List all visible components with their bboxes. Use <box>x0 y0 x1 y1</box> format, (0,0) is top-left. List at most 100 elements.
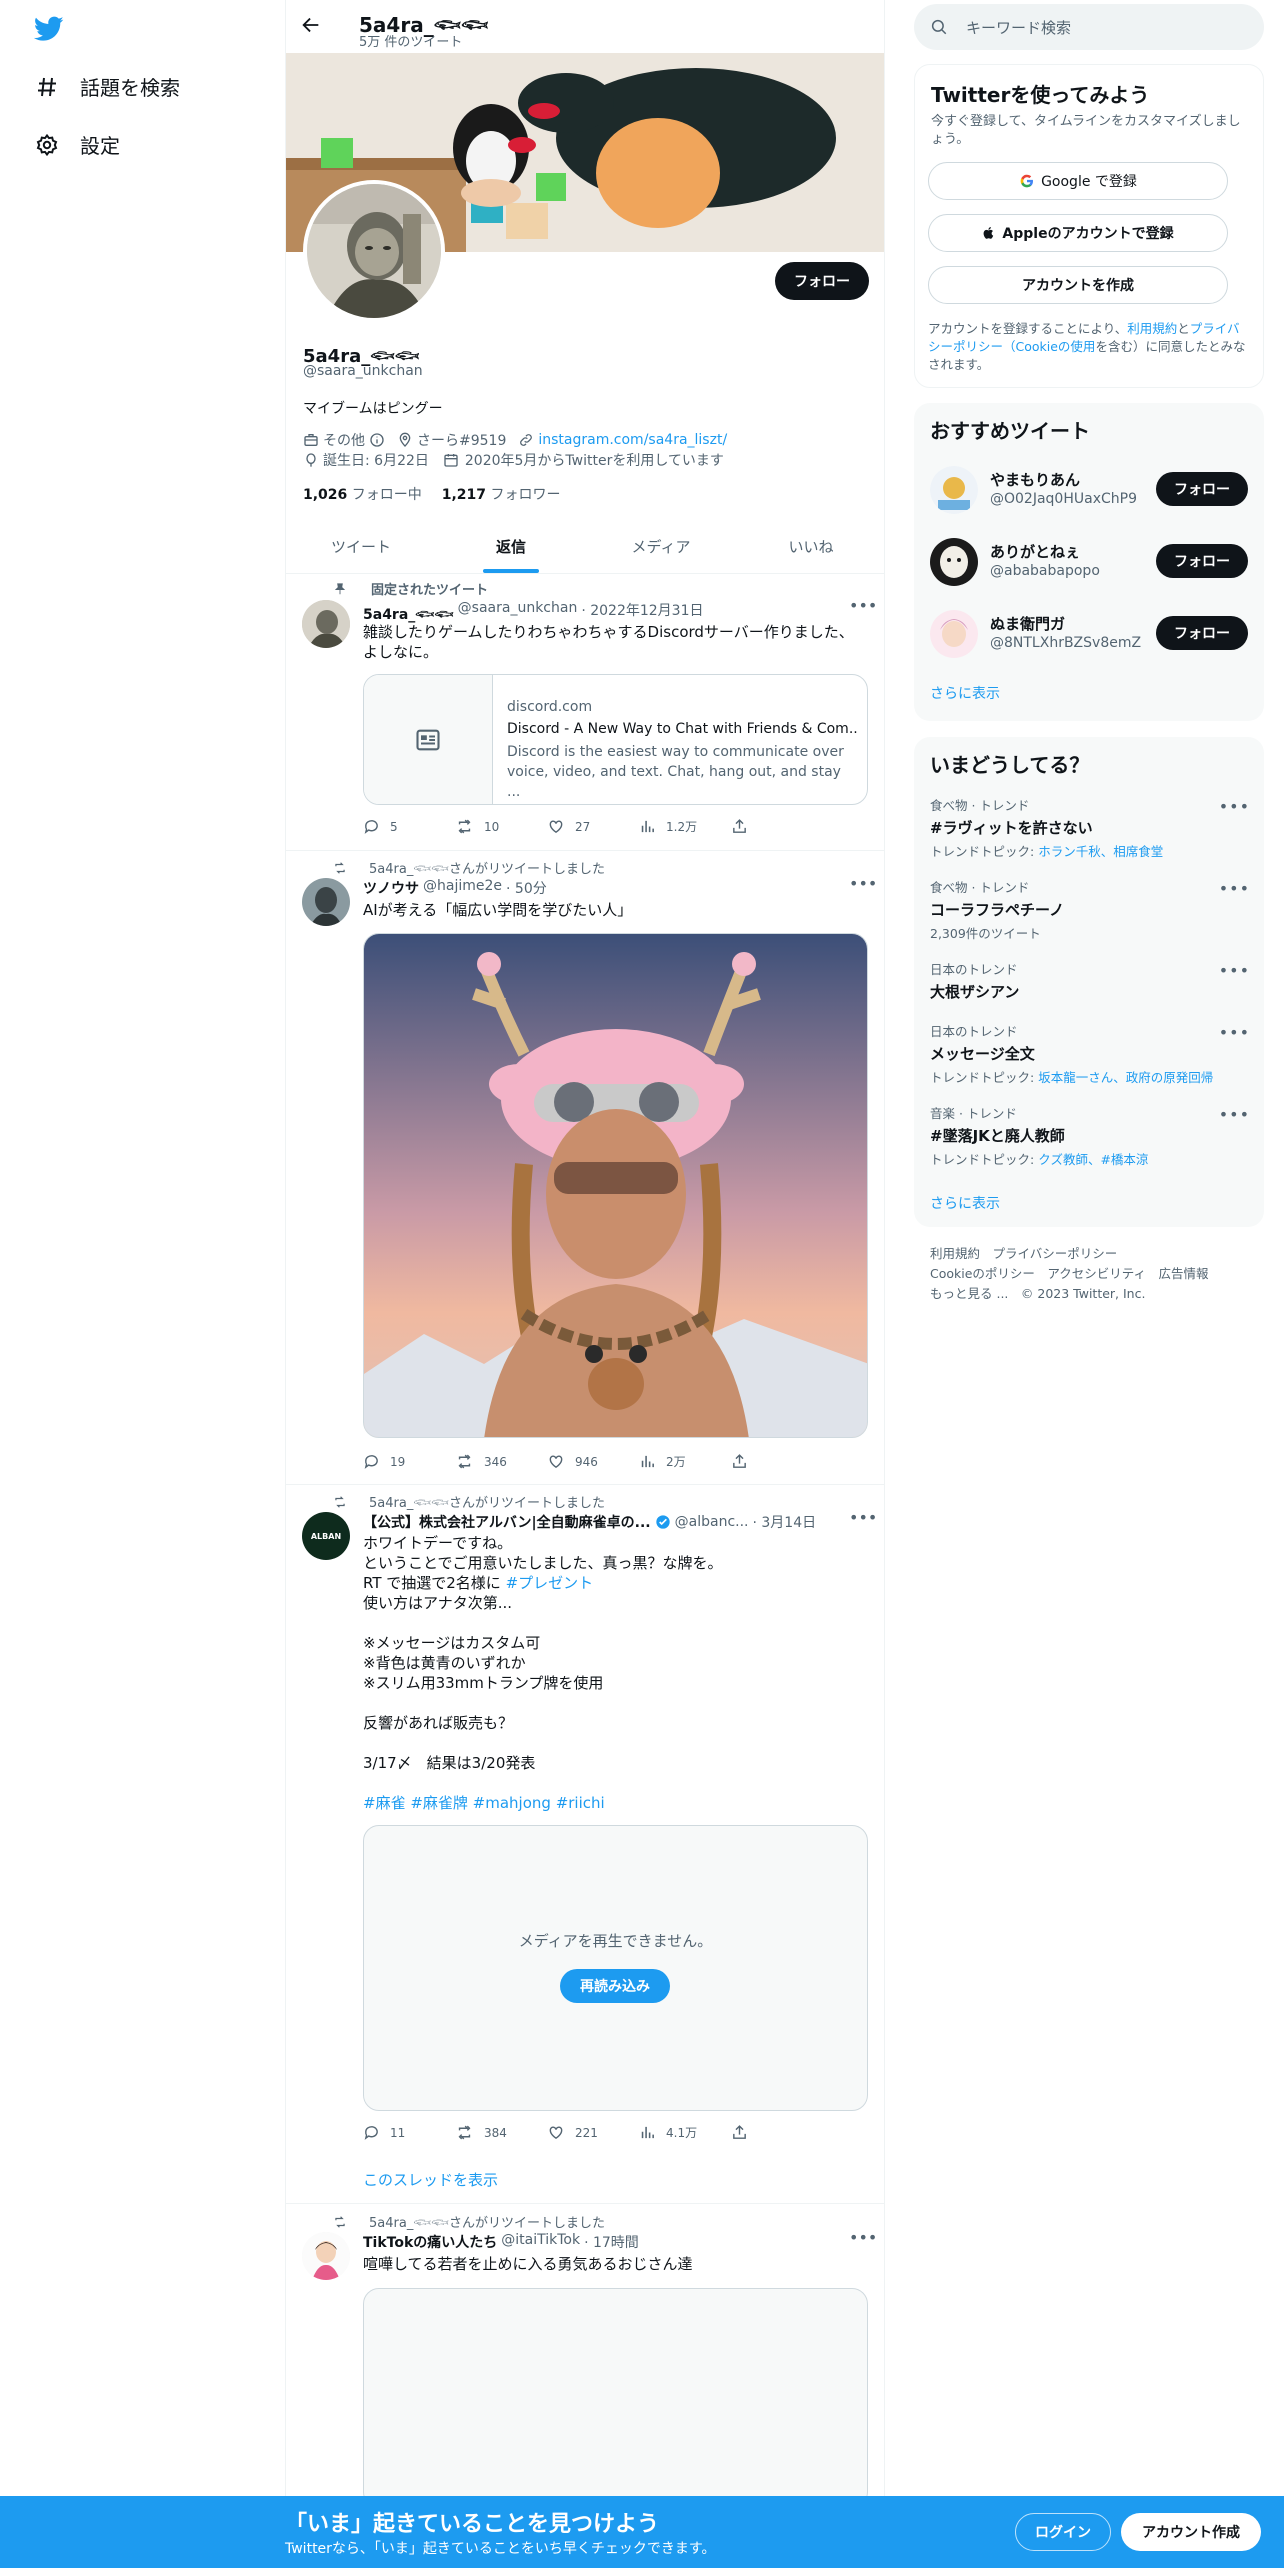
trend-name: 大根ザシアン <box>930 983 1020 1001</box>
trend-topic-links[interactable]: ホラン千秋、相席食堂 <box>1038 844 1163 859</box>
search-input[interactable]: キーワード検索 <box>914 4 1264 50</box>
trend-item[interactable]: 日本のトレンド メッセージ全文 トレンドトピック: 坂本龍一さん、政府の原発回帰 <box>930 1021 1250 1086</box>
tab-replies-label: 返信 <box>495 538 526 556</box>
follow-button[interactable]: フォロー <box>1156 544 1248 578</box>
tweet-author[interactable]: ツノウサ <box>363 878 419 898</box>
tab-tweets[interactable]: ツイート <box>286 520 436 573</box>
tweet-avatar[interactable]: ALBAN <box>302 1512 350 1560</box>
retweet-count: 10 <box>484 819 500 834</box>
follow-button[interactable]: フォロー <box>775 262 869 300</box>
tweet-avatar[interactable] <box>302 600 350 648</box>
recommend-user[interactable]: ありがとねぇ @abababapopo フォロー <box>930 535 1250 591</box>
followers-link[interactable]: 1,217 フォロワー <box>442 484 561 504</box>
tweet-handle[interactable]: @itaiTikTok <box>501 2232 580 2252</box>
footer-links-3[interactable]: もっと見る ... © 2023 Twitter, Inc. <box>930 1284 1209 1304</box>
more-icon[interactable]: ••• <box>1219 1023 1250 1042</box>
views-button[interactable]: 4.1万 <box>639 2124 731 2141</box>
tweet-time[interactable]: · 50分 <box>506 878 547 898</box>
follow-button[interactable]: フォロー <box>1156 616 1248 650</box>
google-signup-button[interactable]: Google で登録 <box>928 162 1228 200</box>
article-icon <box>364 675 493 804</box>
tweet-time[interactable]: · 3月14日 <box>753 1512 817 1532</box>
link-card[interactable]: discord.com Discord - A New Way to Chat … <box>363 674 868 805</box>
tweet-handle[interactable]: @saara_unkchan <box>458 600 578 624</box>
tweet-author[interactable]: TikTokの痛い人たち <box>363 2232 497 2252</box>
search-placeholder: キーワード検索 <box>966 18 1072 37</box>
trend-item[interactable]: 音楽 · トレンド #墜落JKと廃人教師 トレンドトピック: クズ教師、#橋本涼 <box>930 1103 1250 1168</box>
retweet-button[interactable]: 384 <box>455 2124 547 2141</box>
more-icon[interactable]: ••• <box>1219 961 1250 980</box>
reply-button[interactable]: 19 <box>363 1453 455 1470</box>
profile-avatar[interactable] <box>303 180 445 322</box>
more-icon[interactable]: ••• <box>849 596 877 615</box>
more-icon[interactable]: ••• <box>1219 879 1250 898</box>
reload-button[interactable]: 再読み込み <box>560 1969 670 2003</box>
hashtags-line[interactable]: #麻雀 #麻雀牌 #mahjong #riichi <box>363 1793 868 1813</box>
more-icon[interactable]: ••• <box>849 1508 877 1527</box>
more-icon[interactable]: ••• <box>849 874 877 893</box>
more-icon[interactable]: ••• <box>849 2228 877 2247</box>
retweeted-by[interactable]: 5a4ra_𓆟𓆟さんがリツイートしました <box>369 1491 605 1512</box>
follow-button[interactable]: フォロー <box>1156 472 1248 506</box>
trend-topic-links[interactable]: 坂本龍一さん、政府の原発回帰 <box>1038 1070 1213 1085</box>
like-button[interactable]: 27 <box>547 818 639 835</box>
show-thread-link[interactable]: このスレッドを表示 <box>363 2169 498 2190</box>
views-button[interactable]: 1.2万 <box>639 818 731 835</box>
terms-link[interactable]: 利用規約 <box>1127 321 1177 336</box>
retweeted-by[interactable]: 5a4ra_𓆟𓆟さんがリツイートしました <box>369 857 605 878</box>
share-button[interactable] <box>731 818 823 835</box>
recommend-more-link[interactable]: さらに表示 <box>930 683 1000 703</box>
tab-likes[interactable]: いいね <box>736 520 886 573</box>
share-button[interactable] <box>731 1453 823 1470</box>
trend-item[interactable]: 日本のトレンド 大根ザシアン <box>930 959 1250 1002</box>
like-button[interactable]: 946 <box>547 1453 639 1470</box>
retweet-button[interactable]: 346 <box>455 1453 547 1470</box>
tweet-line: ということでご用意いたしました、真っ黒？な牌を。 <box>363 1554 723 1572</box>
back-arrow-icon[interactable] <box>300 14 326 40</box>
reply-button[interactable]: 5 <box>363 818 455 835</box>
like-button[interactable]: 221 <box>547 2124 639 2141</box>
trends-more-link[interactable]: さらに表示 <box>930 1193 1000 1213</box>
recommend-user[interactable]: やまもりあん @O02Jaq0HUaxChP9 フォロー <box>930 463 1250 519</box>
retweet-context: 5a4ra_𓆟𓆟さんがリツイートしました <box>333 857 605 878</box>
following-link[interactable]: 1,026 フォロー中 <box>303 484 422 504</box>
tweet-image[interactable] <box>363 933 868 1438</box>
trend-item[interactable]: 食べ物 · トレンド コーラフラペチーノ 2,309件のツイート <box>930 877 1250 942</box>
recommend-user[interactable]: ぬま衛門ガ @8NTLXhrBZSv8emZ フォロー <box>930 607 1250 663</box>
tweet-handle[interactable]: @albanc... <box>675 1514 749 1530</box>
login-button[interactable]: ログイン <box>1015 2513 1111 2551</box>
media-player[interactable] <box>363 2288 868 2508</box>
signup-button[interactable]: アカウント作成 <box>1121 2513 1261 2551</box>
trend-topic-links[interactable]: クズ教師、#橋本涼 <box>1038 1152 1148 1167</box>
analytics-icon <box>641 1455 654 1468</box>
reply-button[interactable]: 11 <box>363 2124 455 2141</box>
tab-replies[interactable]: 返信 <box>436 520 586 573</box>
tweet-time[interactable]: · 17時間 <box>584 2232 639 2252</box>
share-button[interactable] <box>731 2124 823 2141</box>
twitter-logo-icon[interactable] <box>33 16 64 46</box>
retweet-small-icon <box>333 860 347 875</box>
media-player[interactable]: メディアを再生できません。 再読み込み <box>363 1825 868 2111</box>
more-icon[interactable]: ••• <box>1219 1105 1250 1124</box>
tweet-avatar[interactable] <box>302 2232 350 2280</box>
tweet-handle[interactable]: @hajime2e <box>423 878 502 898</box>
create-account-button[interactable]: アカウントを作成 <box>928 266 1228 304</box>
nav-explore[interactable]: 話題を検索 <box>34 72 180 101</box>
tweet-author[interactable]: 5a4ra_𓆟𓆟 <box>363 600 454 624</box>
tweet-avatar[interactable] <box>302 878 350 926</box>
apple-signup-button[interactable]: Appleのアカウントで登録 <box>928 214 1228 252</box>
footer-links-2[interactable]: Cookieのポリシー アクセシビリティ 広告情報 <box>930 1264 1209 1284</box>
retweet-button[interactable]: 10 <box>455 818 547 835</box>
more-icon[interactable]: ••• <box>1219 797 1250 816</box>
nav-settings[interactable]: 設定 <box>34 130 120 159</box>
profile-website-link[interactable]: instagram.com/sa4ra_liszt/ <box>538 432 727 448</box>
retweeted-by[interactable]: 5a4ra_𓆟𓆟さんがリツイートしました <box>369 2211 605 2232</box>
tweet-author[interactable]: 【公式】株式会社アルバン|全自動麻雀卓の... <box>363 1512 651 1532</box>
tab-media[interactable]: メディア <box>586 520 736 573</box>
views-button[interactable]: 2万 <box>639 1453 731 1470</box>
trend-item[interactable]: 食べ物 · トレンド #ラヴィットを許さない トレンドトピック: ホラン千秋、相… <box>930 795 1250 860</box>
hashtag-link[interactable]: #プレゼント <box>506 1574 594 1592</box>
tweet-time[interactable]: · 2022年12月31日 <box>581 600 703 624</box>
info-icon[interactable] <box>369 432 385 448</box>
footer-links-1[interactable]: 利用規約 プライバシーポリシー <box>930 1244 1209 1264</box>
